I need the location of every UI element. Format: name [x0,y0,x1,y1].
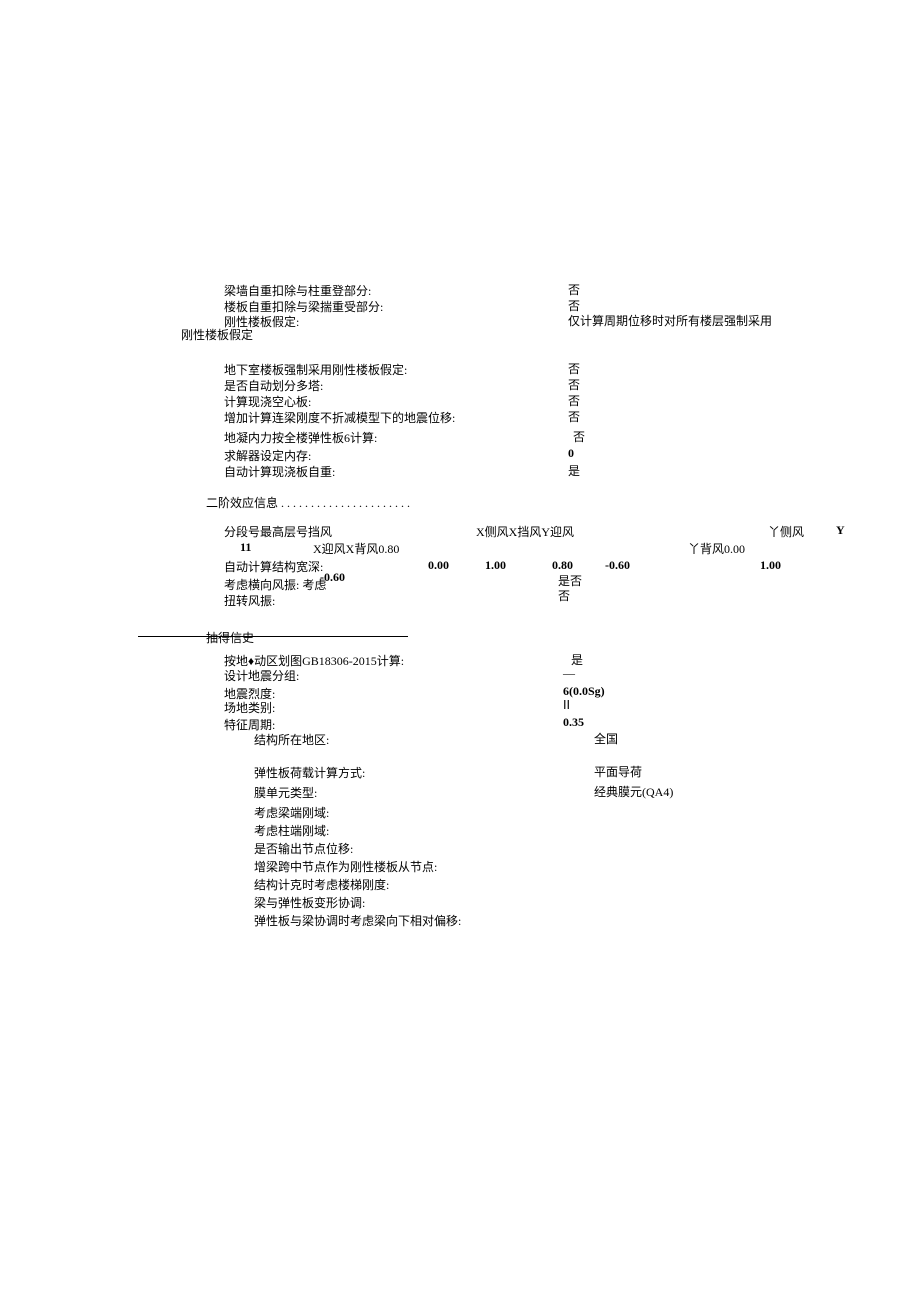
label: 梁与弹性板变形协调: [254,894,365,911]
value: 仅计算周期位移时对所有楼层强制采用 [568,312,772,329]
label: 地凝内力按全楼弹性板6计算: [224,429,377,446]
label: 地下室楼板强制采用刚性楼板假定: [224,361,407,378]
value: 经典膜元(QA4) [594,783,673,800]
wind-val-080: 0.80 [552,558,573,573]
row-beam-elastic-compat: 梁与弹性板变形协调: [254,893,365,911]
value: 全国 [594,730,618,747]
value: 否 [568,360,580,377]
wind-hdr-seg: 分段号最高层号挡风 [224,523,332,540]
wind-hdr-y: Y [836,523,845,538]
row-output-disp: 是否输出节点位移: [254,839,353,857]
label: 是否自动划分多塔: [224,377,323,394]
value: 6(0.0Sg) [563,684,605,699]
lateral-wind-label: 考虑横向风振: 考虑 [224,576,326,593]
wind-val-100: 1.00 [485,558,506,573]
wind-hdr-xside: X侧风X挡风Y迎风 [476,523,574,540]
wind-val-neg06b: -0.60 [605,558,630,573]
row-membrane: 膜单元类型: [254,783,317,801]
row-mid-node: 增梁跨中节点作为刚性楼板从节点: [254,857,437,875]
row-design-group: 设计地震分组: [224,666,299,684]
label: 考虑柱端刚域: [254,822,329,839]
wind-seg-num: 11 [240,540,251,555]
value: 平面导荷 [594,763,642,780]
label: 结构所在地区: [254,731,329,748]
row-elastic6: 地凝内力按全楼弹性板6计算: [224,428,377,446]
row-beam-end-rigid: 考虑梁端刚域: [254,803,329,821]
label: 弹性板荷载计算方式: [254,764,365,781]
wind-val-100c: 1.00 [760,558,781,573]
wind-hdr-yside: 丫侧风 [768,523,804,540]
torsion-wind-label: 扭转风振: [224,592,275,609]
value: ⅠⅠ [563,698,570,713]
wind-shifou-b: 否 [558,587,570,604]
wind-hdr-xwind: X迎风X背风0.80 [313,540,399,557]
label: 梁墙自重扣除与柱重登部分: [224,282,371,299]
value: 否 [568,408,580,425]
row-elastic-load: 弹性板荷载计算方式: [254,763,365,781]
value: 是 [568,462,580,479]
value: 0.35 [563,715,584,730]
value: 否 [568,281,580,298]
label: 求解器设定内存: [224,447,311,464]
row-conn-beam-disp: 增加计算连梁刚度不折减模型下的地震位移: [224,408,455,426]
label: 是否输出节点位移: [254,840,353,857]
wind-val-000: 0.00 [428,558,449,573]
row-stair-stiff: 结构计克时考虑楼梯刚度: [254,875,389,893]
divider-line [138,636,408,637]
value: 0 [568,446,574,461]
wind-hdr-yback: 丫背风0.00 [688,540,745,557]
label: 增加计算连梁刚度不折减模型下的地震位移: [224,409,455,426]
value: 否 [568,376,580,393]
label: 计算现浇空心板: [224,393,311,410]
second-order-title: 二阶效应信息 . . . . . . . . . . . . . . . . .… [206,494,410,511]
label: 考虑梁端刚域: [254,804,329,821]
seismic-header: 抽得信史 [206,629,254,646]
label: 场地类别: [224,699,275,716]
value: 否 [568,392,580,409]
label: 弹性板与梁协调时考虑梁向下相对偏移: [254,912,461,929]
label: 设计地震分组: [224,667,299,684]
label: 自动计算现浇板自重: [224,463,335,480]
label: 增梁跨中节点作为刚性楼板从节点: [254,858,437,875]
row-region: 结构所在地区: [254,730,329,748]
value: — [563,666,575,681]
document-page: 梁墙自重扣除与柱重登部分: 否 楼板自重扣除与梁揣重受部分: 否 刚性楼板假定:… [0,0,920,1301]
row-col-end-rigid: 考虑柱端刚域: [254,821,329,839]
row-rel-offset: 弹性板与梁协调时考虑梁向下相对偏移: [254,911,461,929]
row-site-class: 场地类别: [224,698,275,716]
auto-width-label: 自动计算结构宽深: [224,558,323,575]
label: 结构计克时考虑楼梯刚度: [254,876,389,893]
value: 否 [573,428,585,445]
row-auto-slab-weight: 自动计算现浇板自重: [224,462,335,480]
rigid-floor-cont: 刚性楼板假定 [181,326,253,343]
label: 膜单元类型: [254,784,317,801]
